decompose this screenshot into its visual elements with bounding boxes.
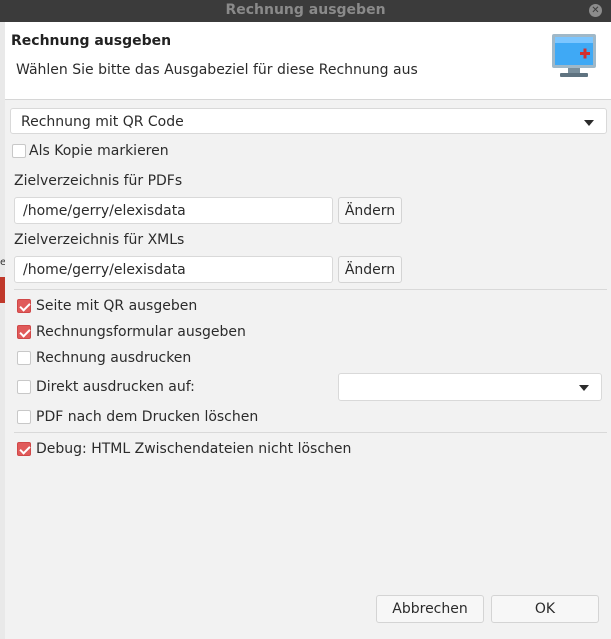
direct-print-checkbox[interactable] <box>17 380 31 394</box>
printer-select[interactable] <box>338 373 602 401</box>
option-label: Rechnung ausdrucken <box>36 350 192 366</box>
divider <box>14 289 607 290</box>
dialog-message: Wählen Sie bitte das Ausgabeziel für die… <box>16 62 418 78</box>
xml-dir-field[interactable] <box>14 256 333 283</box>
option-row[interactable]: Rechnung ausdrucken <box>17 348 191 368</box>
dialog-title: Rechnung ausgeben <box>11 33 172 49</box>
option-label: Direkt ausdrucken auf: <box>36 379 195 395</box>
print-invoice-checkbox[interactable] <box>17 351 31 365</box>
monitor-icon <box>552 34 596 77</box>
pdf-dir-label: Zielverzeichnis für PDFs <box>14 173 183 189</box>
invoice-form-checkbox[interactable] <box>17 325 31 339</box>
pdf-dir-field[interactable] <box>14 197 333 224</box>
copy-checkbox-label: Als Kopie markieren <box>29 143 169 159</box>
cancel-button[interactable]: Abbrechen <box>376 595 484 623</box>
debug-row[interactable]: Debug: HTML Zwischendateien nicht lösche… <box>17 439 351 459</box>
copy-checkbox-row[interactable]: Als Kopie markieren <box>12 141 169 161</box>
xml-dir-label: Zielverzeichnis für XMLs <box>14 232 185 248</box>
ok-button[interactable]: OK <box>491 595 599 623</box>
qr-page-checkbox[interactable] <box>17 299 31 313</box>
dialog: Rechnung ausgeben Wählen Sie bitte das A… <box>5 22 611 639</box>
chevron-down-icon <box>579 385 589 391</box>
close-icon[interactable]: ✕ <box>589 4 602 17</box>
change-pdf-dir-button[interactable]: Ändern <box>338 197 402 224</box>
output-target-select[interactable]: Rechnung mit QR Code <box>10 108 607 134</box>
copy-checkbox[interactable] <box>12 144 26 158</box>
delete-pdf-checkbox[interactable] <box>17 410 31 424</box>
option-label: PDF nach dem Drucken löschen <box>36 409 259 425</box>
output-target-value: Rechnung mit QR Code <box>21 114 184 130</box>
header-divider <box>5 99 611 100</box>
option-row[interactable]: PDF nach dem Drucken löschen <box>17 407 258 427</box>
change-xml-dir-button[interactable]: Ändern <box>338 256 402 283</box>
option-label: Rechnungsformular ausgeben <box>36 324 246 340</box>
chevron-down-icon <box>584 120 594 126</box>
option-row[interactable]: Rechnungsformular ausgeben <box>17 322 246 342</box>
debug-label: Debug: HTML Zwischendateien nicht lösche… <box>36 441 352 457</box>
option-row[interactable]: Direkt ausdrucken auf: <box>17 377 195 397</box>
option-label: Seite mit QR ausgeben <box>36 298 198 314</box>
debug-checkbox[interactable] <box>17 442 31 456</box>
window-titlebar: Rechnung ausgeben ✕ <box>0 0 611 22</box>
option-row[interactable]: Seite mit QR ausgeben <box>17 296 197 316</box>
divider <box>14 432 607 433</box>
window-title: Rechnung ausgeben <box>225 2 386 18</box>
dialog-header: Rechnung ausgeben Wählen Sie bitte das A… <box>5 22 611 99</box>
